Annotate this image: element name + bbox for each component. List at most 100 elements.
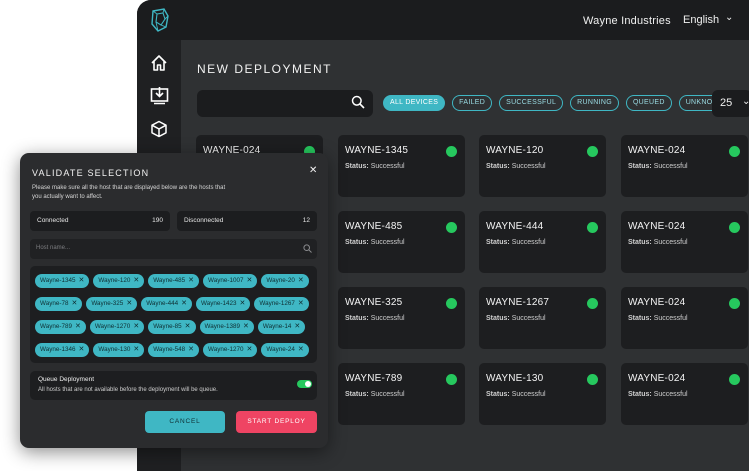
close-icon[interactable]: ✕ — [133, 274, 139, 288]
close-icon[interactable]: ✕ — [185, 320, 191, 334]
host-tag[interactable]: Wayne-78 ✕ — [35, 297, 83, 311]
download-icon[interactable] — [148, 84, 170, 106]
host-tag[interactable]: Wayne-1270 ✕ — [203, 343, 258, 357]
device-status: Status: Successful — [486, 391, 546, 398]
device-card[interactable]: WAYNE-1267 Status: Successful — [479, 287, 606, 349]
device-card[interactable]: WAYNE-789 Status: Successful — [338, 363, 465, 425]
device-name: WAYNE-1345 — [345, 145, 409, 156]
device-name: WAYNE-485 — [345, 221, 403, 232]
close-icon[interactable]: ✕ — [247, 274, 253, 288]
tag-row: Wayne-1345 ✕ Wayne-120 ✕ Wayne-485 ✕ Wayne-… — [35, 274, 309, 288]
host-tag[interactable]: Wayne-1267 ✕ — [254, 297, 309, 311]
chevron-down-icon: ⌄ — [742, 96, 749, 107]
search-icon[interactable] — [303, 244, 312, 253]
org-name[interactable]: Wayne Industries — [583, 15, 671, 27]
filter-failed[interactable]: FAILED — [452, 95, 493, 111]
close-icon[interactable]: ✕ — [133, 343, 139, 357]
close-icon[interactable]: ✕ — [294, 320, 300, 334]
host-tag[interactable]: Wayne-20 ✕ — [261, 274, 309, 288]
chevron-down-icon[interactable]: ⌄ — [725, 12, 733, 23]
status-dot — [729, 374, 740, 385]
logo-icon — [151, 8, 169, 32]
host-tag[interactable]: Wayne-1345 ✕ — [35, 274, 90, 288]
host-tag[interactable]: Wayne-24 ✕ — [261, 343, 309, 357]
device-status: Status: Successful — [486, 315, 546, 322]
host-name-input[interactable]: Host name... — [30, 239, 317, 259]
host-tag[interactable]: Wayne-789 ✕ — [35, 320, 86, 334]
status-dot — [446, 146, 457, 157]
tag-row: Wayne-78 ✕ Wayne-325 ✕ Wayne-444 ✕ Wayne-14… — [35, 297, 309, 311]
device-card[interactable]: WAYNE-024 Status: Successful — [621, 135, 748, 197]
host-tag[interactable]: Wayne-1270 ✕ — [89, 320, 145, 334]
host-tag[interactable]: Wayne-444 ✕ — [141, 297, 193, 311]
device-name: WAYNE-024 — [628, 297, 686, 308]
validate-selection-modal: VALIDATE SELECTION ✕ Please make sure al… — [20, 153, 328, 448]
package-icon[interactable] — [148, 118, 170, 140]
close-icon[interactable]: ✕ — [243, 320, 249, 334]
status-dot — [446, 298, 457, 309]
host-tag[interactable]: Wayne-325 ✕ — [86, 297, 138, 311]
device-card[interactable]: WAYNE-024 Status: Successful — [621, 287, 748, 349]
cancel-button[interactable]: CANCEL — [145, 411, 225, 433]
host-tag[interactable]: Wayne-130 ✕ — [93, 343, 145, 357]
filter-running[interactable]: RUNNING — [570, 95, 619, 111]
queue-toggle[interactable] — [297, 380, 312, 388]
close-icon[interactable]: ✕ — [309, 165, 317, 176]
close-icon[interactable]: ✕ — [71, 297, 77, 311]
host-tag[interactable]: Wayne-85 ✕ — [148, 320, 196, 334]
close-icon[interactable]: ✕ — [133, 320, 139, 334]
host-tag[interactable]: Wayne-1389 ✕ — [199, 320, 254, 334]
close-icon[interactable]: ✕ — [240, 297, 246, 311]
host-tag[interactable]: Wayne-1007 ✕ — [203, 274, 258, 288]
device-name: WAYNE-024 — [628, 373, 686, 384]
filter-all-devices[interactable]: ALL DEVICES — [383, 95, 446, 111]
device-card[interactable]: WAYNE-024 Status: Successful — [621, 363, 748, 425]
language-select[interactable]: English — [683, 14, 719, 26]
close-icon[interactable]: ✕ — [75, 320, 81, 334]
device-card[interactable]: WAYNE-1345 Status: Successful — [338, 135, 465, 197]
disconnected-count: Disconnected 12 — [177, 211, 317, 231]
device-card[interactable]: WAYNE-130 Status: Successful — [479, 363, 606, 425]
close-icon[interactable]: ✕ — [298, 343, 304, 357]
host-tag[interactable]: Wayne-485 ✕ — [148, 274, 200, 288]
filter-queued[interactable]: QUEUED — [625, 95, 672, 111]
device-name: WAYNE-789 — [345, 373, 403, 384]
close-icon[interactable]: ✕ — [298, 274, 304, 288]
device-card[interactable]: WAYNE-120 Status: Successful — [479, 135, 606, 197]
status-dot — [587, 146, 598, 157]
start-deploy-button[interactable]: START DEPLOY — [236, 411, 317, 433]
tag-row: Wayne-789 ✕ Wayne-1270 ✕ Wayne-85 ✕ Wayne-1… — [35, 320, 306, 334]
close-icon[interactable]: ✕ — [181, 297, 187, 311]
search-icon[interactable] — [351, 95, 365, 109]
host-tag[interactable]: Wayne-548 ✕ — [148, 343, 200, 357]
device-name: WAYNE-325 — [345, 297, 403, 308]
host-tag[interactable]: Wayne-1423 ✕ — [196, 297, 251, 311]
modal-title: VALIDATE SELECTION — [32, 168, 150, 178]
host-tag[interactable]: Wayne-1346 ✕ — [35, 343, 90, 357]
device-card[interactable]: WAYNE-485 Status: Successful — [338, 211, 465, 273]
search-input[interactable] — [197, 90, 373, 117]
connected-label: Connected — [37, 217, 69, 224]
close-icon[interactable]: ✕ — [188, 343, 194, 357]
close-icon[interactable]: ✕ — [188, 274, 194, 288]
close-icon[interactable]: ✕ — [78, 274, 84, 288]
device-name: WAYNE-024 — [628, 221, 686, 232]
host-tag[interactable]: Wayne-14 ✕ — [257, 320, 306, 334]
device-status: Status: Successful — [345, 163, 405, 170]
status-filters: ALL DEVICES FAILED SUCCESSFUL RUNNING QU… — [383, 95, 732, 111]
device-card[interactable]: WAYNE-444 Status: Successful — [479, 211, 606, 273]
host-name-placeholder: Host name... — [36, 245, 71, 251]
close-icon[interactable]: ✕ — [126, 297, 132, 311]
status-dot — [446, 222, 457, 233]
filter-successful[interactable]: SUCCESSFUL — [499, 95, 564, 111]
close-icon[interactable]: ✕ — [247, 343, 253, 357]
close-icon[interactable]: ✕ — [298, 297, 304, 311]
per-page-value: 25 — [720, 97, 733, 109]
close-icon[interactable]: ✕ — [78, 343, 84, 357]
per-page-select[interactable]: 25 ⌄ — [712, 90, 749, 117]
host-tag[interactable]: Wayne-120 ✕ — [93, 274, 145, 288]
device-card[interactable]: WAYNE-024 Status: Successful — [621, 211, 748, 273]
home-icon[interactable] — [148, 52, 170, 74]
device-card[interactable]: WAYNE-325 Status: Successful — [338, 287, 465, 349]
status-dot — [729, 222, 740, 233]
